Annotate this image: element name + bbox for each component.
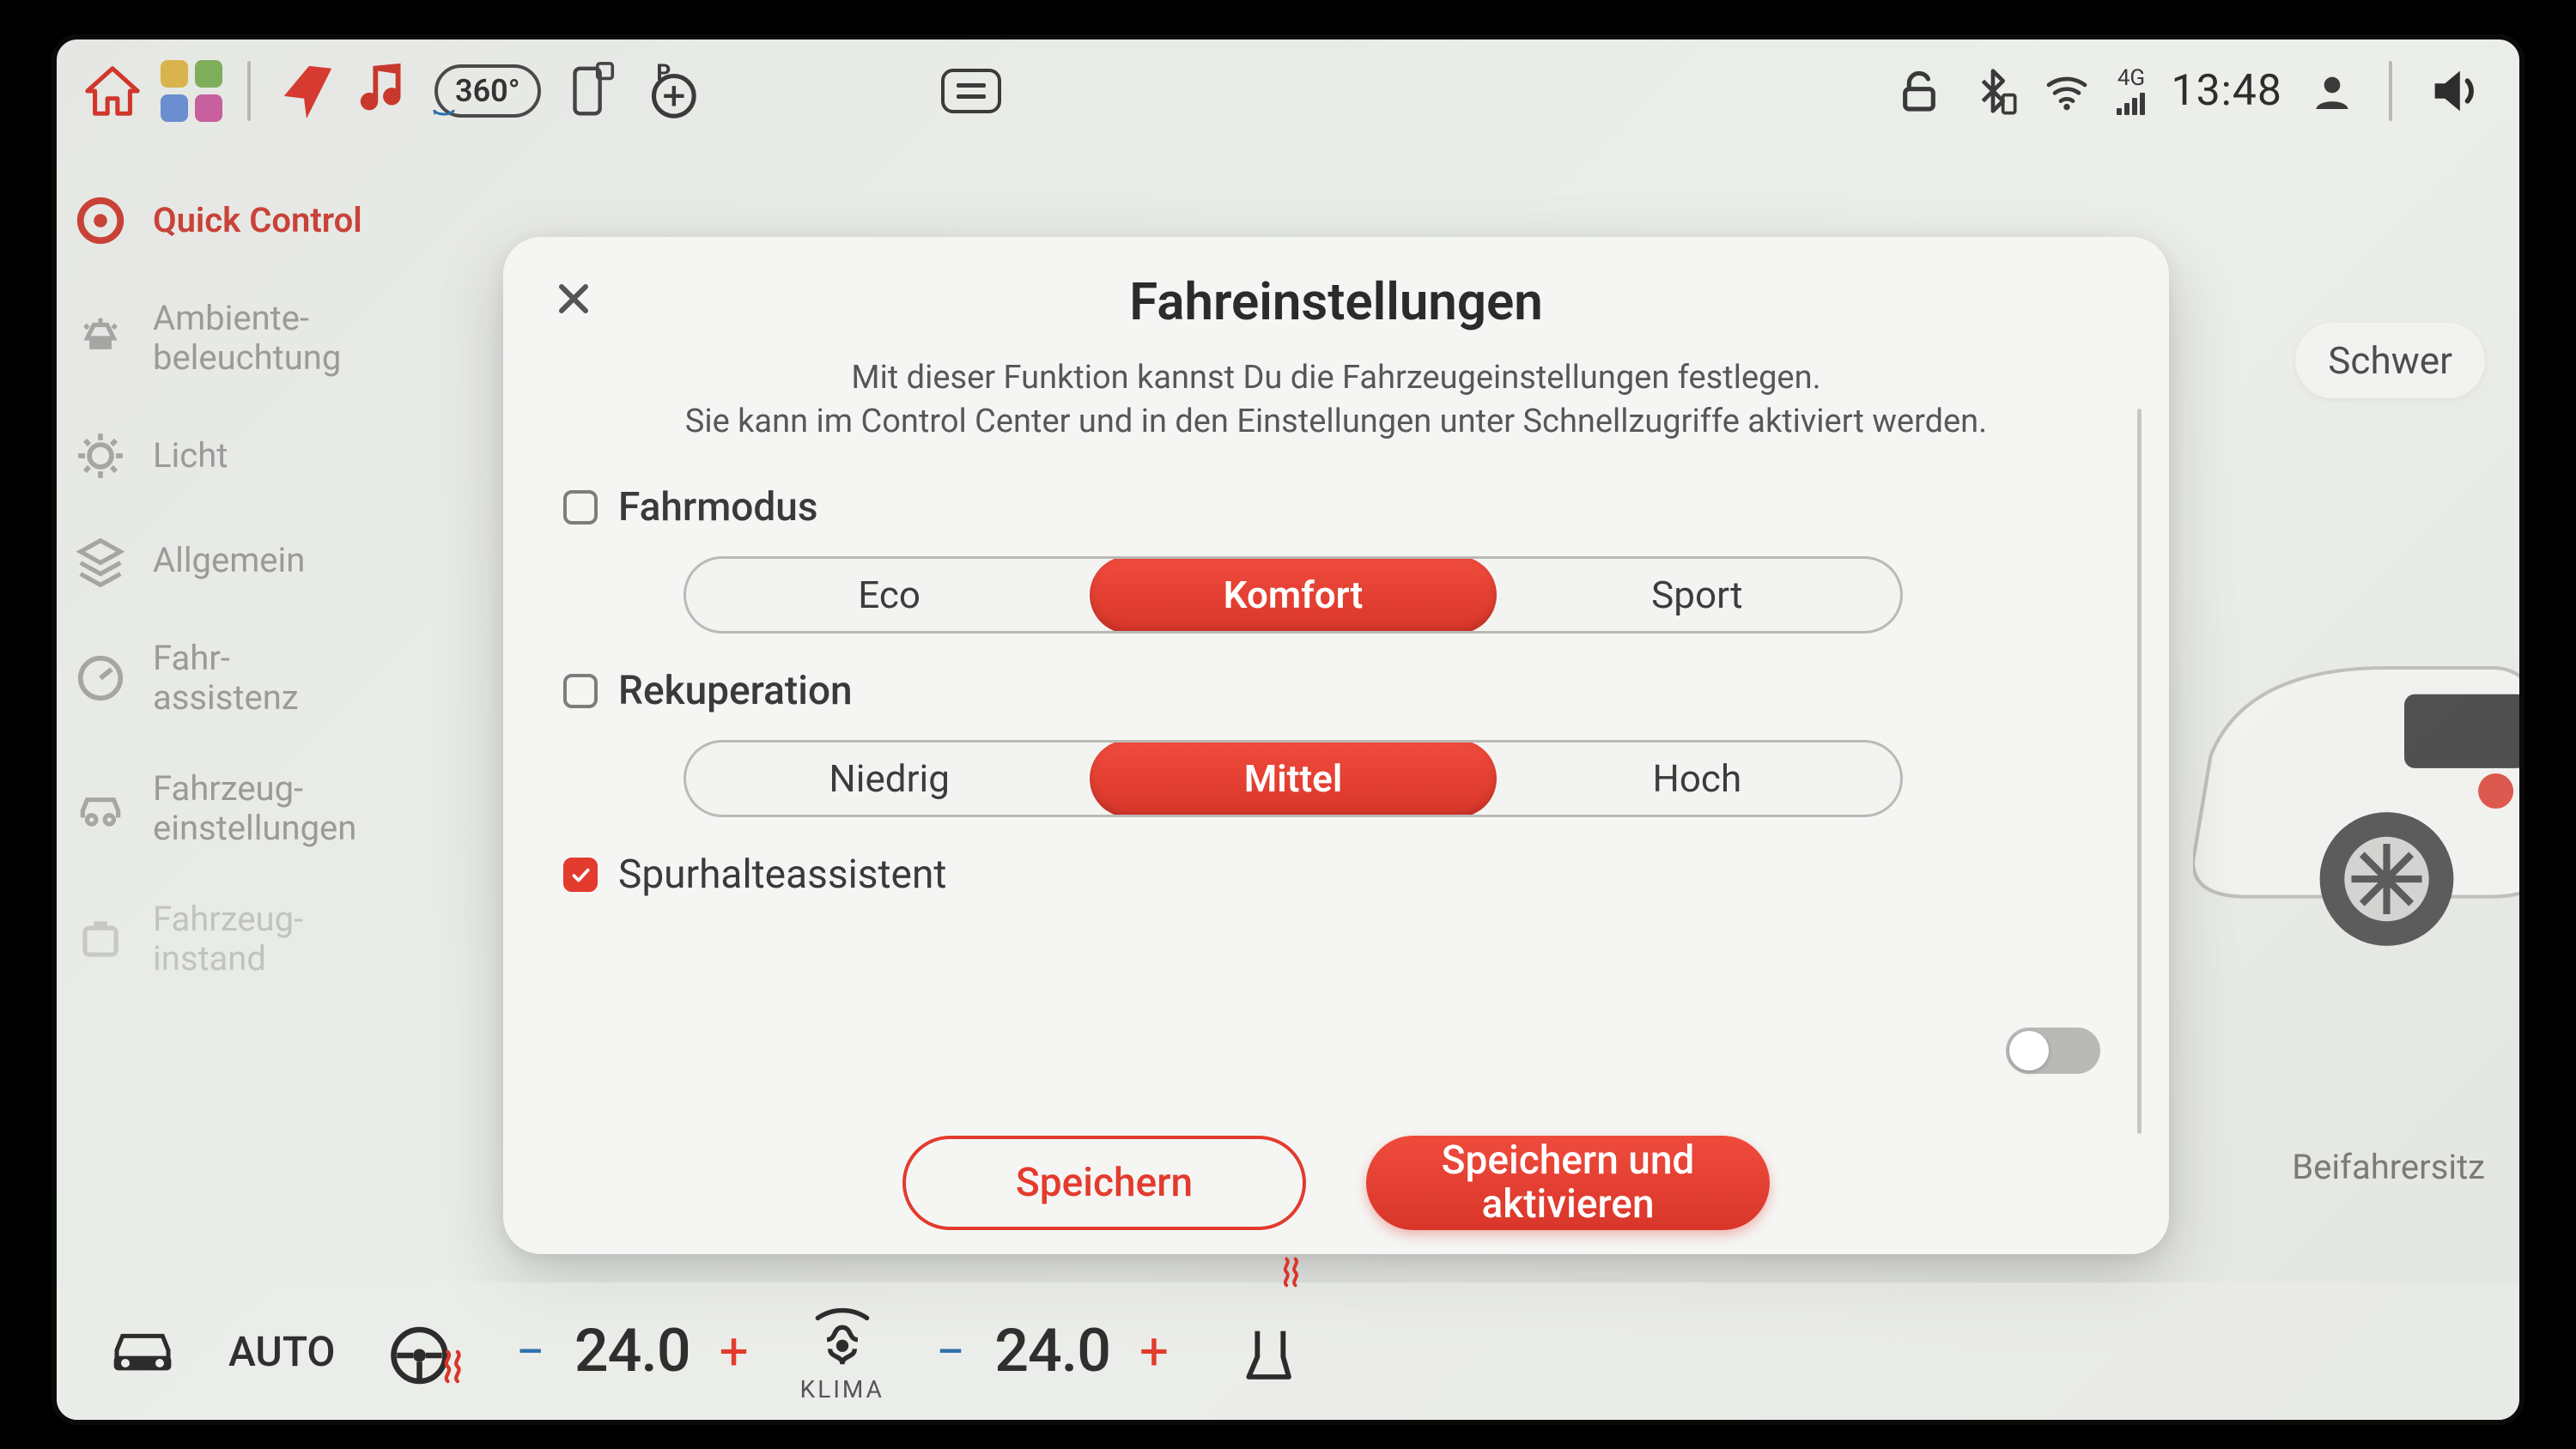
- close-button[interactable]: [546, 271, 601, 326]
- lane-assist-label: Spurhalteassistent: [618, 852, 946, 898]
- lane-assist-toggle[interactable]: [2006, 1028, 2100, 1074]
- sidebar-item-quick-control[interactable]: Quick Control: [74, 194, 460, 247]
- passenger-seat-label: Beifahrersitz: [2292, 1147, 2485, 1187]
- klima-button[interactable]: KLIMA: [800, 1300, 884, 1404]
- recuperation-segmented: Niedrig Mittel Hoch: [683, 740, 1903, 817]
- passenger-temp-value: 24.0: [994, 1316, 1110, 1386]
- divider: [2389, 61, 2392, 121]
- battery-icon: [74, 912, 127, 966]
- music-icon[interactable]: [355, 61, 416, 121]
- passenger-temp-plus[interactable]: +: [1139, 1321, 1169, 1382]
- recuperation-option-mid[interactable]: Mittel: [1090, 740, 1496, 817]
- quick-control-icon: [74, 194, 127, 247]
- drive-mode-label: Fahrmodus: [618, 484, 818, 530]
- park-assist-icon[interactable]: P: [639, 61, 699, 121]
- recuperation-option-low[interactable]: Niedrig: [686, 743, 1092, 815]
- user-profile-icon[interactable]: [2308, 67, 2356, 115]
- divider: [247, 61, 251, 121]
- camera-360-label: 360°: [455, 73, 520, 109]
- modal-description: Mit dieser Funktion kannst Du die Fahrze…: [666, 356, 2006, 445]
- sidebar-item-label: Fahrzeug- instand: [153, 900, 303, 979]
- home-icon[interactable]: [82, 61, 143, 121]
- passenger-temp-minus[interactable]: −: [936, 1321, 965, 1382]
- sidebar-item-label: Quick Control: [153, 201, 362, 240]
- sidebar-item-label: Fahrzeug- einstellungen: [153, 769, 356, 848]
- recuperation-label: Rekuperation: [618, 668, 853, 714]
- layers-icon: [74, 534, 127, 587]
- save-button[interactable]: Speichern: [902, 1136, 1306, 1230]
- drive-mode-checkbox[interactable]: [563, 490, 598, 524]
- drive-settings-modal: Fahreinstellungen Mit dieser Funktion ka…: [503, 237, 2169, 1254]
- drive-mode-segmented: Eco Komfort Sport: [683, 556, 1903, 634]
- drive-mode-option-komfort[interactable]: Komfort: [1090, 556, 1496, 634]
- climate-bar: AUTO − 24.0 + KLIMA − 24.0 +: [57, 1282, 2519, 1420]
- sidebar-item-label: Fahr- assistenz: [153, 639, 299, 718]
- sidebar-item-drive-assist[interactable]: Fahr- assistenz: [74, 639, 460, 718]
- camera-360-button[interactable]: 360°: [434, 64, 541, 118]
- sidebar-item-vehicle-settings[interactable]: Fahrzeug- einstellungen: [74, 769, 460, 848]
- drive-mode-option-eco[interactable]: Eco: [686, 559, 1092, 631]
- settings-sidebar: Quick Control Ambiente- beleuchtung Lich…: [74, 194, 460, 979]
- car-illustration: [2193, 589, 2524, 958]
- driver-temp-plus[interactable]: +: [720, 1321, 749, 1382]
- steering-weight-pill[interactable]: Schwer: [2295, 323, 2485, 398]
- recuperation-option-high[interactable]: Hoch: [1494, 743, 1900, 815]
- sidebar-item-label: Allgemein: [153, 541, 305, 580]
- klima-label: KLIMA: [800, 1375, 884, 1404]
- volume-icon[interactable]: [2425, 61, 2485, 121]
- save-and-activate-button[interactable]: Speichern und aktivieren: [1366, 1136, 1770, 1230]
- sidebar-item-vehicle-status[interactable]: Fahrzeug- instand: [74, 900, 460, 979]
- phone-mirror-icon[interactable]: [560, 61, 620, 121]
- status-bar: 360° P 4G 13:48: [57, 39, 2519, 142]
- car-front-icon[interactable]: [108, 1325, 177, 1378]
- ambient-light-icon: [74, 312, 127, 365]
- car-settings-icon: [74, 782, 127, 835]
- fan-icon: [805, 1300, 879, 1373]
- light-icon: [74, 429, 127, 482]
- bluetooth-icon[interactable]: [1969, 67, 2017, 115]
- driver-temp-value: 24.0: [574, 1316, 690, 1386]
- menu-button[interactable]: [941, 69, 1001, 113]
- drive-mode-section: Fahrmodus Eco Komfort Sport: [563, 484, 2109, 634]
- modal-title: Fahreinstellungen: [563, 271, 2109, 332]
- sidebar-item-label: Licht: [153, 436, 228, 476]
- driver-temp-minus[interactable]: −: [516, 1321, 545, 1382]
- lane-assist-row: Spurhalteassistent: [563, 852, 2109, 898]
- lane-assist-checkbox[interactable]: [563, 858, 598, 892]
- gauge-icon: [74, 652, 127, 705]
- sidebar-item-general[interactable]: Allgemein: [74, 534, 460, 587]
- auto-climate-button[interactable]: AUTO: [228, 1327, 336, 1376]
- sidebar-item-light[interactable]: Licht: [74, 429, 460, 482]
- network-type: 4G: [2117, 67, 2145, 89]
- infotainment-screen: 360° P 4G 13:48: [52, 34, 2524, 1425]
- sidebar-item-label: Ambiente- beleuchtung: [153, 299, 341, 378]
- wifi-icon: [2043, 67, 2091, 115]
- unlock-icon[interactable]: [1895, 67, 1943, 115]
- clock: 13:48: [2171, 66, 2282, 116]
- sidebar-item-ambient-light[interactable]: Ambiente- beleuchtung: [74, 299, 460, 378]
- apps-icon[interactable]: [161, 61, 222, 121]
- heated-steering-icon[interactable]: [387, 1317, 465, 1385]
- cellular-status: 4G: [2117, 67, 2145, 115]
- drive-mode-option-sport[interactable]: Sport: [1494, 559, 1900, 631]
- heated-seat-passenger-icon[interactable]: [1237, 1317, 1306, 1385]
- passenger-temp-control: − 24.0 +: [936, 1316, 1169, 1386]
- svg-text:P: P: [656, 61, 671, 86]
- recuperation-checkbox[interactable]: [563, 674, 598, 708]
- recuperation-section: Rekuperation Niedrig Mittel Hoch: [563, 668, 2109, 817]
- navigation-icon[interactable]: [276, 61, 337, 121]
- driver-temp-control: − 24.0 +: [516, 1316, 749, 1386]
